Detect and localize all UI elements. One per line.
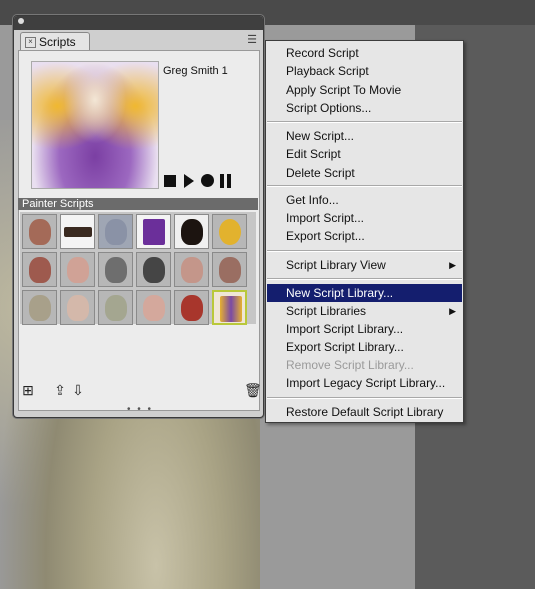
script-thumbnail[interactable] (22, 252, 57, 287)
import-script-icon[interactable]: ⇪ (52, 382, 68, 398)
script-thumbnail[interactable] (212, 252, 247, 287)
script-thumbnail[interactable] (174, 214, 209, 249)
script-thumbnail-selected[interactable] (212, 290, 247, 325)
script-thumbnail[interactable] (136, 214, 171, 249)
script-thumbnail[interactable] (98, 214, 133, 249)
menu-separator (267, 185, 462, 187)
menu-item-new-script[interactable]: New Script... (267, 127, 462, 145)
menu-item-restore-default-script-library[interactable]: Restore Default Script Library (267, 403, 462, 421)
script-thumbnail[interactable] (136, 252, 171, 287)
menu-item-script-libraries[interactable]: Script Libraries ▶ (267, 302, 462, 320)
menu-item-apply-script-to-movie[interactable]: Apply Script To Movie (267, 81, 462, 99)
menu-item-playback-script[interactable]: Playback Script (267, 62, 462, 80)
menu-item-import-legacy-script-library[interactable]: Import Legacy Script Library... (267, 374, 462, 392)
menu-item-remove-script-library: Remove Script Library... (286, 358, 414, 372)
script-thumbnail[interactable] (98, 290, 133, 325)
menu-item-script-library-view[interactable]: Script Library View ▶ (267, 256, 462, 274)
script-thumbnail[interactable] (136, 290, 171, 325)
menu-item-label: Script Libraries (286, 304, 367, 318)
script-thumbnail[interactable] (174, 252, 209, 287)
resize-grip-icon[interactable]: • • • (127, 404, 153, 415)
menu-item-new-script-library[interactable]: New Script Library... (267, 284, 462, 302)
trash-icon[interactable]: 🗑 (244, 382, 262, 398)
menu-item-record-script[interactable]: Record Script (267, 44, 462, 62)
pause-button[interactable] (220, 174, 232, 188)
menu-item-export-script-library[interactable]: Export Script Library... (267, 338, 462, 356)
scripts-panel: × Scripts ☰ Greg Smith 1 Painter Scripts (13, 15, 264, 418)
library-header: Painter Scripts (18, 198, 258, 210)
menu-separator (267, 278, 462, 280)
submenu-arrow-icon: ▶ (449, 260, 456, 270)
tab-label: Scripts (39, 35, 76, 49)
script-thumbnail[interactable] (212, 214, 247, 249)
menu-separator (267, 250, 462, 252)
play-button[interactable] (184, 174, 194, 188)
stop-button[interactable] (164, 175, 176, 187)
script-thumbnail[interactable] (22, 290, 57, 325)
script-thumbnail[interactable] (60, 214, 95, 249)
menu-item-import-script-library[interactable]: Import Script Library... (267, 320, 462, 338)
panel-title-bar[interactable] (14, 16, 263, 30)
tab-scripts[interactable]: × Scripts (20, 32, 90, 51)
script-thumbnail[interactable] (60, 252, 95, 287)
menu-item-import-script[interactable]: Import Script... (267, 209, 462, 227)
menu-separator (267, 121, 462, 123)
script-thumbnail[interactable] (98, 252, 133, 287)
close-icon[interactable]: × (25, 37, 36, 48)
record-button[interactable] (201, 174, 214, 187)
menu-item-script-options[interactable]: Script Options... (267, 99, 462, 117)
menu-item-label: Script Library View (286, 258, 386, 272)
new-script-icon[interactable]: ⊞ (20, 382, 36, 398)
submenu-arrow-icon: ▶ (449, 306, 456, 316)
panel-bottom-toolbar: ⊞ ⇪ ⇩ 🗑 (18, 382, 262, 400)
script-preview-image (31, 61, 159, 189)
menu-separator (267, 397, 462, 399)
menu-item-get-info[interactable]: Get Info... (267, 191, 462, 209)
menu-item-delete-script[interactable]: Delete Script (267, 164, 462, 182)
script-thumbnail[interactable] (174, 290, 209, 325)
panel-collapse-dot[interactable] (18, 18, 24, 24)
export-script-icon[interactable]: ⇩ (70, 382, 86, 398)
panel-menu-icon[interactable]: ☰ (245, 33, 259, 47)
script-thumbnail[interactable] (22, 214, 57, 249)
script-thumbnail[interactable] (60, 290, 95, 325)
menu-item-export-script[interactable]: Export Script... (267, 227, 462, 245)
menu-item-edit-script[interactable]: Edit Script (267, 145, 462, 163)
scripts-panel-menu: Record Script Playback Script Apply Scri… (265, 40, 464, 423)
script-name: Greg Smith 1 (163, 65, 228, 77)
